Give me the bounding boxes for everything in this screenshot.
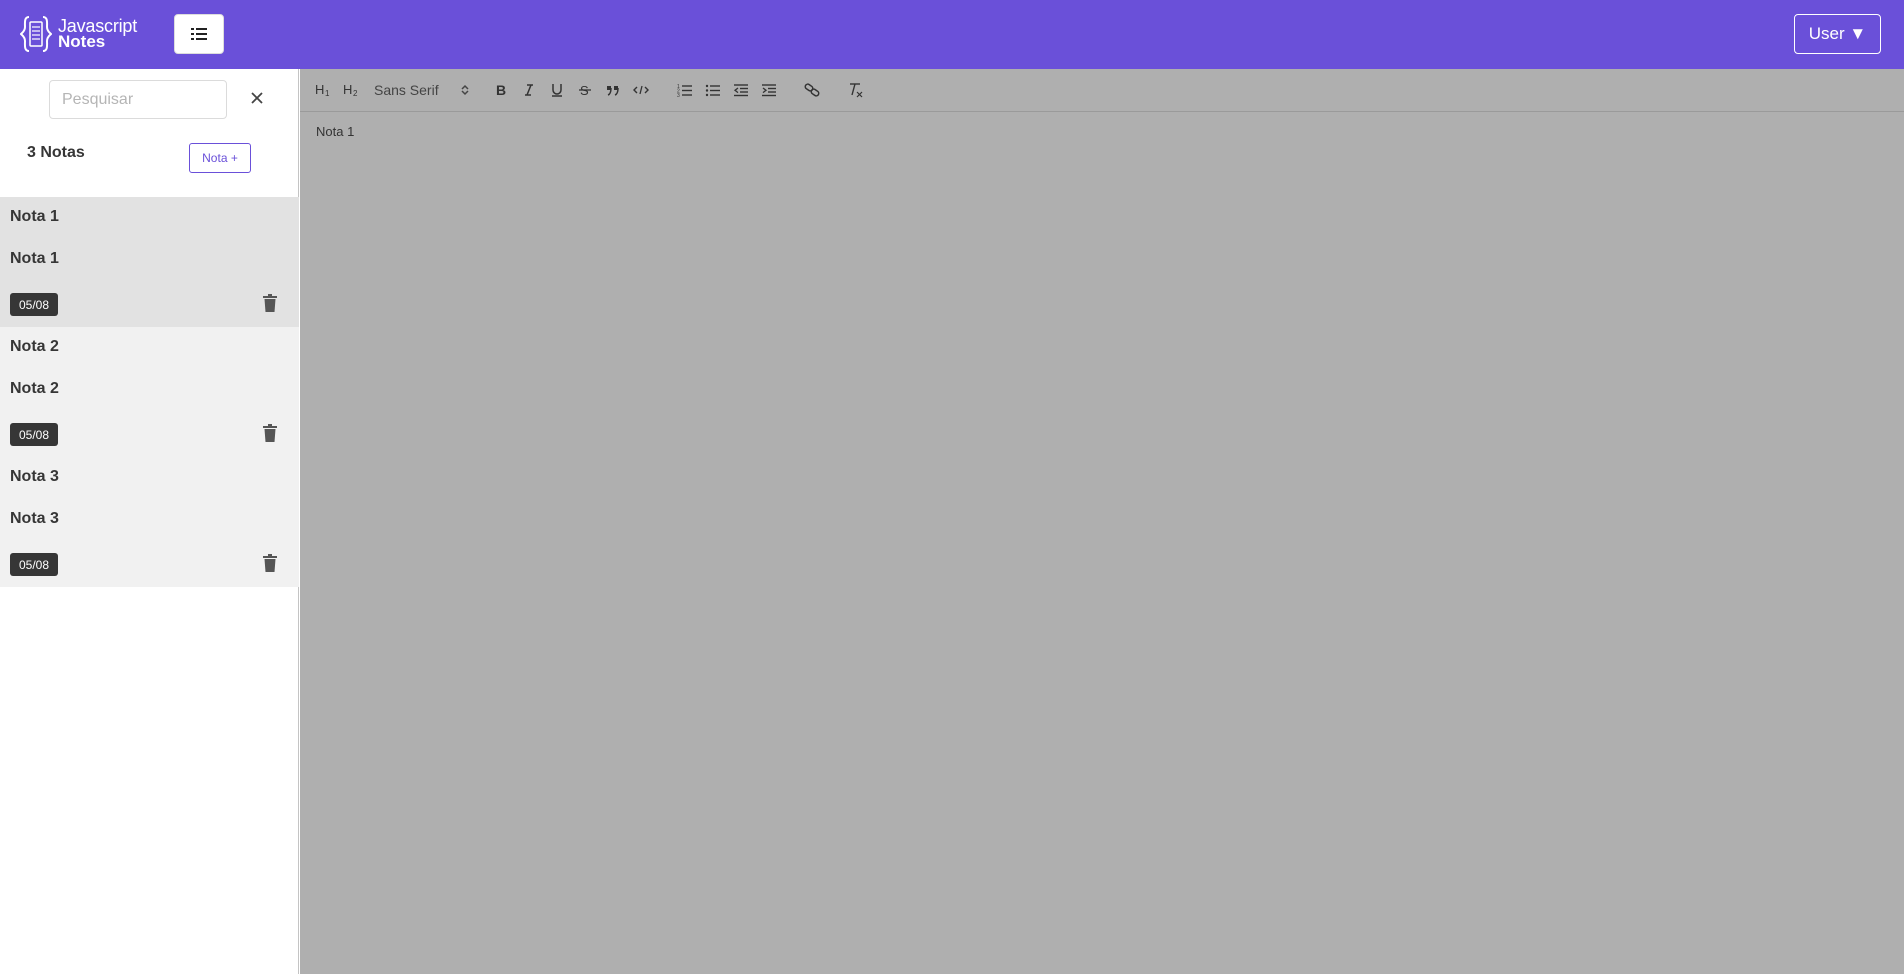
svg-text:B: B (496, 83, 506, 97)
note-list-item[interactable]: Nota 3 Nota 3 05/08 (0, 457, 299, 587)
trash-icon[interactable] (262, 424, 278, 442)
trash-icon[interactable] (262, 554, 278, 572)
ordered-list-icon[interactable]: 123 (673, 79, 697, 101)
indent-increase-icon[interactable] (757, 79, 781, 101)
trash-icon[interactable] (262, 294, 278, 312)
strike-icon[interactable]: S (573, 79, 597, 101)
header1-icon[interactable]: H1 (312, 79, 336, 101)
note-date-badge: 05/08 (10, 553, 59, 576)
clean-format-icon[interactable] (843, 79, 867, 101)
note-title: Nota 1 (10, 208, 59, 225)
search-input[interactable] (49, 80, 227, 119)
note-date-badge: 05/08 (10, 293, 59, 316)
editor-toolbar: H1 H2 Sans Serif B S 1 2 3 (300, 69, 1904, 112)
note-title: Nota 2 (10, 338, 59, 355)
blockquote-icon[interactable] (601, 79, 625, 101)
header2-icon[interactable]: H2 (340, 79, 364, 101)
note-excerpt: Nota 1 (10, 250, 59, 267)
logo-line2: Notes (58, 32, 106, 51)
note-excerpt: Nota 2 (10, 380, 59, 397)
bold-icon[interactable]: B (489, 79, 513, 101)
list-icon (191, 28, 207, 40)
note-list-item[interactable]: Nota 1 Nota 1 05/08 (0, 197, 299, 327)
svg-text:H: H (343, 83, 352, 97)
svg-text:1: 1 (325, 89, 330, 97)
note-excerpt: Nota 3 (10, 510, 59, 527)
note-list-item[interactable]: Nota 2 Nota 2 05/08 (0, 327, 299, 457)
close-icon (251, 92, 263, 104)
bullet-list-icon[interactable] (701, 79, 725, 101)
note-date-badge: 05/08 (10, 423, 59, 446)
new-note-button[interactable]: Nota + (189, 143, 251, 173)
underline-icon[interactable] (545, 79, 569, 101)
clear-search-button[interactable] (246, 87, 268, 109)
user-dropdown-button[interactable]: User ▼ (1794, 14, 1881, 54)
font-family-select[interactable]: Sans Serif (372, 79, 470, 101)
note-title: Nota 3 (10, 468, 59, 485)
logo-text: Javascript Notes (58, 17, 137, 51)
code-block-icon[interactable] (629, 79, 653, 101)
notes-count: 3 Notas (27, 144, 85, 161)
italic-icon[interactable] (517, 79, 541, 101)
svg-text:H: H (315, 83, 324, 97)
app-logo[interactable]: Javascript Notes (20, 14, 137, 54)
note-list: Nota 1 Nota 1 05/08 Nota 2 Nota 2 05/08 … (0, 197, 299, 587)
notes-sidebar: 3 Notas Nota + Nota 1 Nota 1 05/08 Nota … (0, 69, 299, 974)
indent-decrease-icon[interactable] (729, 79, 753, 101)
svg-text:2: 2 (353, 89, 358, 97)
link-icon[interactable] (800, 79, 824, 101)
navbar: Javascript Notes User ▼ (0, 0, 1904, 69)
svg-text:3: 3 (677, 93, 680, 97)
note-editor[interactable]: H1 H2 Sans Serif B S 1 2 3 Nota 1 (300, 69, 1904, 974)
toggle-notes-menu-button[interactable] (174, 14, 224, 54)
editor-content[interactable]: Nota 1 (316, 124, 354, 139)
font-family-value: Sans Serif (374, 82, 439, 98)
select-arrows-icon (461, 84, 469, 96)
notes-logo-icon (20, 16, 52, 52)
